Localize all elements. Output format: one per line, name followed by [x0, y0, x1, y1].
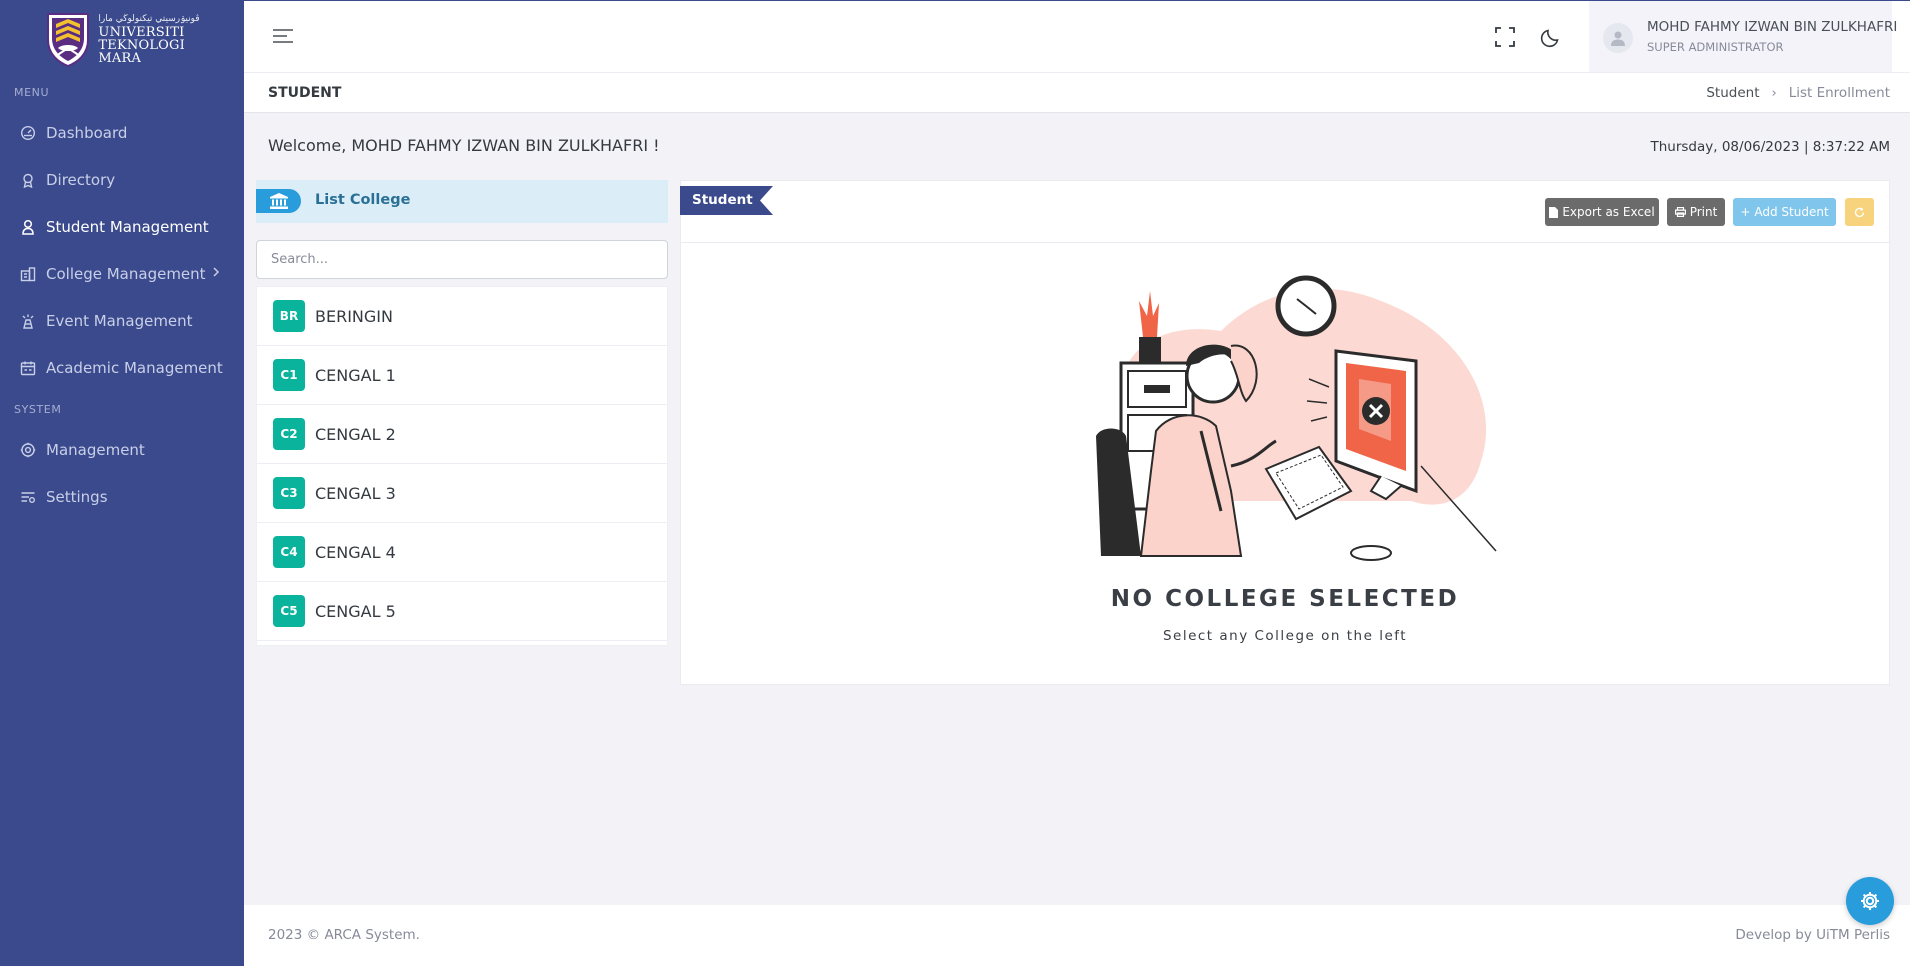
fullscreen-icon[interactable]	[1494, 26, 1516, 48]
sidebar-item-label: Event Management	[46, 311, 193, 330]
sidebar-item-event-management[interactable]: Event Management	[0, 297, 244, 344]
college-icon	[20, 266, 36, 282]
student-card: Student Export as Excel Print + Add Stud…	[680, 180, 1890, 685]
brand-jawi: ڤونيۏرسيتي تيكنولوڬي مارا	[98, 14, 200, 24]
empty-state-subtitle: Select any College on the left	[1162, 628, 1408, 644]
footer-copyright: 2023 © ARCA System.	[268, 927, 420, 943]
college-badge: C5	[273, 595, 305, 627]
academic-icon	[20, 360, 36, 376]
chevron-right-icon	[213, 267, 220, 277]
college-item-cengal-2[interactable]: C2 CENGAL 2	[257, 405, 667, 464]
college-badge: C4	[273, 536, 305, 568]
page-title-bar: STUDENT Student › List Enrollment	[244, 72, 1910, 113]
sidebar-item-label: Student Management	[46, 217, 209, 236]
college-name: CENGAL 4	[315, 542, 396, 562]
add-student-button[interactable]: + Add Student	[1733, 198, 1836, 226]
gear-icon	[1861, 892, 1879, 910]
college-item-cengal-4[interactable]: C4 CENGAL 4	[257, 523, 667, 582]
export-excel-button[interactable]: Export as Excel	[1545, 198, 1659, 226]
print-button[interactable]: Print	[1667, 198, 1725, 226]
user-role: SUPER ADMINISTRATOR	[1647, 40, 1784, 54]
page-title: STUDENT	[268, 85, 342, 101]
refresh-icon	[1854, 206, 1865, 217]
sidebar-item-label: Dashboard	[46, 123, 128, 142]
breadcrumb-list-enrollment: List Enrollment	[1788, 85, 1890, 101]
print-label: Print	[1689, 205, 1718, 219]
current-datetime: Thursday, 08/06/2023 | 8:37:22 AM	[1650, 139, 1890, 155]
sidebar: ڤونيۏرسيتي تيكنولوڬي مارا UNIVERSITI TEK…	[0, 0, 244, 966]
college-item-cengal-1[interactable]: C1 CENGAL 1	[257, 346, 667, 405]
uitm-crest-icon	[47, 13, 90, 68]
directory-icon	[20, 172, 36, 188]
college-badge: C2	[273, 418, 305, 450]
college-name: CENGAL 1	[315, 365, 396, 385]
welcome-message: Welcome, MOHD FAHMY IZWAN BIN ZULKHAFRI …	[268, 136, 660, 155]
college-item-beringin[interactable]: BR BERINGIN	[257, 287, 667, 346]
breadcrumb-student[interactable]: Student	[1706, 85, 1759, 101]
college-name: CENGAL 2	[315, 424, 396, 444]
breadcrumb: Student › List Enrollment	[1706, 85, 1890, 101]
student-icon	[20, 219, 36, 235]
brand-text: ڤونيۏرسيتي تيكنولوڬي مارا UNIVERSITI TEK…	[98, 13, 199, 65]
college-pill	[256, 189, 301, 213]
college-name: CENGAL 5	[315, 601, 396, 621]
system-section-title: SYSTEM	[14, 403, 62, 416]
event-icon	[20, 313, 36, 329]
empty-state-title: NO COLLEGE SELECTED	[1110, 586, 1460, 612]
dark-mode-icon[interactable]	[1540, 26, 1562, 48]
sidebar-item-label: Directory	[46, 170, 116, 189]
printer-icon	[1674, 207, 1686, 217]
sidebar-item-label: College Management	[46, 264, 206, 283]
sidebar-item-label: Management	[46, 440, 145, 459]
sidebar-item-college-management[interactable]: College Management	[0, 250, 244, 297]
file-icon	[1549, 206, 1559, 218]
hamburger-menu-icon[interactable]	[272, 26, 294, 46]
breadcrumb-separator-icon: ›	[1771, 85, 1777, 101]
bank-icon	[269, 193, 288, 209]
college-list-header: List College	[256, 180, 668, 223]
export-excel-label: Export as Excel	[1562, 205, 1655, 219]
footer: 2023 © ARCA System. Develop by UiTM Perl…	[244, 905, 1910, 966]
user-profile[interactable]: MOHD FAHMY IZWAN BIN ZULKHAFRI SUPER ADM…	[1589, 1, 1897, 72]
sidebar-item-management[interactable]: Management	[0, 426, 244, 473]
topbar: MOHD FAHMY IZWAN BIN ZULKHAFRI SUPER ADM…	[244, 0, 1910, 72]
customizer-button[interactable]	[1846, 877, 1894, 925]
sidebar-item-student-management[interactable]: Student Management	[0, 203, 244, 250]
sidebar-item-dashboard[interactable]: Dashboard	[0, 109, 244, 156]
college-search-input[interactable]	[256, 240, 668, 279]
brand-line-3: MARA	[98, 51, 142, 66]
add-student-label: Add Student	[1754, 205, 1829, 219]
sidebar-item-label: Academic Management	[46, 358, 223, 377]
sidebar-item-directory[interactable]: Directory	[0, 156, 244, 203]
gear-icon	[20, 442, 36, 458]
menu-section-title: MENU	[14, 86, 50, 99]
college-name: BERINGIN	[315, 306, 393, 326]
user-avatar-icon	[1611, 31, 1625, 46]
student-card-header: Student Export as Excel Print + Add Stud…	[680, 181, 1889, 243]
brand-logo[interactable]: ڤونيۏرسيتي تيكنولوڬي مارا UNIVERSITI TEK…	[0, 0, 244, 74]
college-item-cengal-5[interactable]: C5 CENGAL 5	[257, 582, 667, 641]
footer-credit: Develop by UiTM Perlis	[1735, 927, 1890, 943]
dashboard-icon	[20, 125, 36, 141]
college-badge: BR	[273, 300, 305, 332]
refresh-button[interactable]	[1845, 198, 1874, 226]
plus-icon: +	[1740, 205, 1751, 219]
student-ribbon: Student	[680, 186, 773, 215]
user-name: MOHD FAHMY IZWAN BIN ZULKHAFRI	[1647, 19, 1898, 35]
college-list: BR BERINGIN C1 CENGAL 1 C2 CENGAL 2 C3 C…	[256, 286, 668, 646]
college-list-title: List College	[315, 192, 411, 208]
sidebar-item-academic-management[interactable]: Academic Management	[0, 344, 244, 391]
college-item-cengal-3[interactable]: C3 CENGAL 3	[257, 464, 667, 523]
sidebar-item-settings[interactable]: Settings	[0, 473, 244, 520]
avatar	[1603, 23, 1633, 53]
college-name: CENGAL 3	[315, 483, 396, 503]
sidebar-item-label: Settings	[46, 487, 108, 506]
settings-icon	[20, 489, 36, 505]
no-college-illustration	[1096, 275, 1497, 561]
college-badge: C1	[273, 359, 305, 391]
college-badge: C3	[273, 477, 305, 509]
